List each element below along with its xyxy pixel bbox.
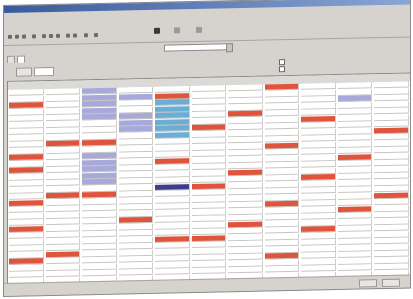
refresh-icon[interactable] bbox=[196, 26, 202, 33]
settings-icon[interactable] bbox=[174, 27, 180, 34]
paste-icon[interactable] bbox=[56, 33, 60, 38]
tab-first[interactable] bbox=[7, 55, 15, 63]
option-checkbox-1[interactable] bbox=[279, 59, 285, 66]
undo-icon[interactable] bbox=[66, 33, 70, 38]
delete-icon[interactable] bbox=[84, 33, 88, 38]
new-icon[interactable] bbox=[8, 34, 12, 39]
open-icon[interactable] bbox=[15, 34, 19, 39]
app-window bbox=[3, 0, 411, 298]
apply-button[interactable] bbox=[16, 67, 32, 77]
filter-select[interactable] bbox=[164, 43, 229, 52]
globe-icon[interactable] bbox=[154, 27, 160, 34]
copy-icon[interactable] bbox=[49, 33, 53, 39]
status-button-2[interactable] bbox=[382, 278, 400, 288]
cut-icon[interactable] bbox=[42, 34, 46, 39]
schedule-grid[interactable] bbox=[7, 72, 411, 287]
option-checkbox-2[interactable] bbox=[279, 66, 285, 73]
tab-strip bbox=[7, 55, 26, 63]
status-button-1[interactable] bbox=[359, 279, 377, 288]
redo-icon[interactable] bbox=[73, 33, 77, 38]
chevron-down-icon[interactable] bbox=[226, 43, 233, 53]
save-icon[interactable] bbox=[22, 34, 26, 39]
print-icon[interactable] bbox=[32, 34, 36, 39]
tab-second[interactable] bbox=[16, 55, 25, 63]
date-field[interactable] bbox=[34, 66, 54, 77]
help-icon[interactable] bbox=[94, 33, 98, 38]
